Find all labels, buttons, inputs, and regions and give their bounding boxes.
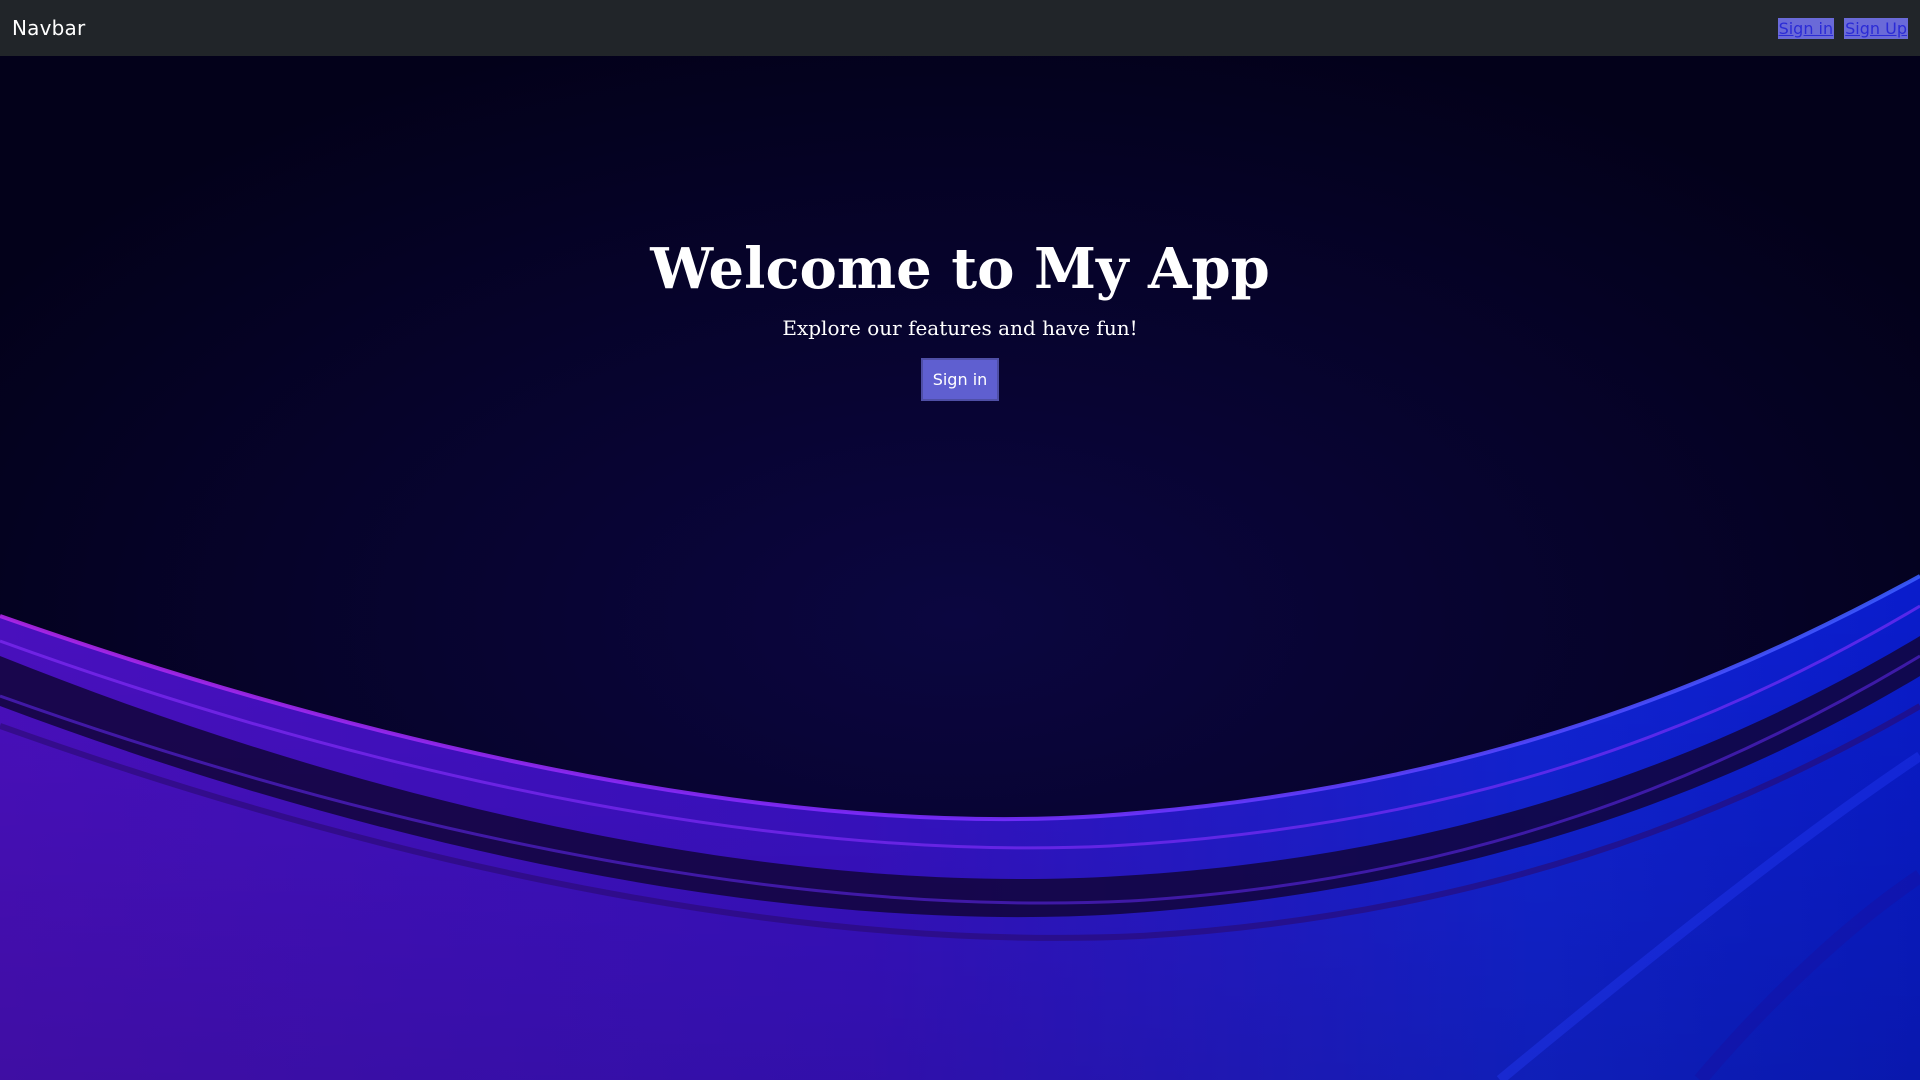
nav-sign-up-link[interactable]: Sign Up: [1844, 17, 1908, 39]
hero-section: Welcome to My App Explore our features a…: [0, 56, 1920, 401]
hero-subtitle: Explore our features and have fun!: [782, 316, 1138, 340]
navbar-brand[interactable]: Navbar: [12, 16, 85, 40]
page: Navbar Sign in Sign Up Welcome to My App…: [0, 0, 1920, 1080]
hero-title: Welcome to My App: [650, 236, 1270, 302]
navbar-links: Sign in Sign Up: [1777, 17, 1908, 39]
hero-sign-in-button[interactable]: Sign in: [920, 358, 1000, 401]
nav-sign-in-link[interactable]: Sign in: [1777, 17, 1835, 39]
navbar: Navbar Sign in Sign Up: [0, 0, 1920, 56]
